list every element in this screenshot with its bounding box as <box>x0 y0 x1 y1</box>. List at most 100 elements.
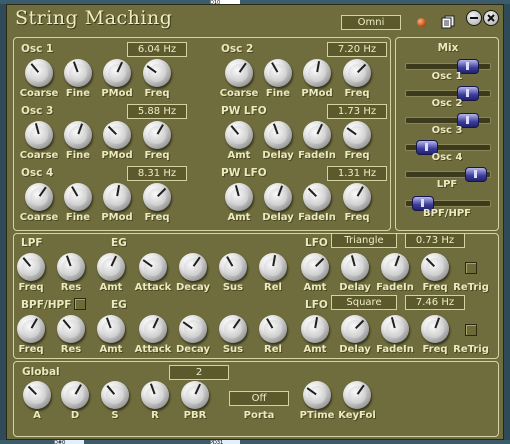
minimize-button[interactable] <box>466 10 482 26</box>
filter2-rel-6-knob[interactable] <box>259 315 287 343</box>
osc-2-coarse-knob[interactable] <box>225 59 253 87</box>
osc-6-freq-label: Freq <box>344 212 370 223</box>
filter2-retrig-checkbox[interactable] <box>465 324 477 336</box>
global-a-knob[interactable] <box>23 381 51 409</box>
filter1-delay-8-knob[interactable] <box>341 253 369 281</box>
copy-icon[interactable] <box>441 14 455 29</box>
filter2-amt-2-knob[interactable] <box>97 315 125 343</box>
mix-slider-bpf-hpf[interactable] <box>405 196 491 211</box>
filter2-freq-0-knob[interactable] <box>17 315 45 343</box>
global-s-knob[interactable] <box>101 381 129 409</box>
filter1-rel-6-knob[interactable] <box>259 253 287 281</box>
osc-frequency-display[interactable]: 6.04 Hz <box>127 42 187 57</box>
knob-pointer <box>315 257 325 267</box>
filter1-retrig-checkbox[interactable] <box>465 262 477 274</box>
osc-4-fadein-knob[interactable] <box>303 121 331 149</box>
osc-6-freq-knob[interactable] <box>343 183 371 211</box>
osc-2-freq-knob[interactable] <box>343 59 371 87</box>
knob-pointer <box>27 385 37 395</box>
filter1-waveform-select[interactable]: Triangle <box>331 233 397 248</box>
filter2-waveform-select[interactable]: Square <box>331 295 397 310</box>
preset-display[interactable]: Omni <box>341 15 401 30</box>
bpf-hpf-enable-checkbox[interactable] <box>74 298 86 310</box>
knob-pointer <box>34 123 40 135</box>
mix-slider-osc-3[interactable] <box>405 113 491 128</box>
host-bottom-right-label: PD31 <box>210 440 240 444</box>
osc-section-title: Osc 1 <box>21 43 54 55</box>
close-button[interactable] <box>483 10 499 26</box>
mix-slider-label: LPF <box>436 179 458 190</box>
filter2-attack-3-knob[interactable] <box>139 315 167 343</box>
osc-5-fine-knob[interactable] <box>64 183 92 211</box>
osc-1-coarse-knob[interactable] <box>25 59 53 87</box>
osc-6-fadein-knob[interactable] <box>303 183 331 211</box>
filter2-res-1-knob[interactable] <box>57 315 85 343</box>
osc-frequency-display[interactable]: 1.31 Hz <box>327 166 387 181</box>
filter1-lfo-frequency-display[interactable]: 0.73 Hz <box>405 233 465 248</box>
mix-slider-lpf[interactable] <box>405 167 491 182</box>
osc-5-pmod-knob[interactable] <box>103 183 131 211</box>
osc-4-amt-knob[interactable] <box>225 121 253 149</box>
osc-section-title: PW LFO <box>221 167 267 179</box>
filter1-fadein-9-knob[interactable] <box>381 253 409 281</box>
filter1-freq-0-knob[interactable] <box>17 253 45 281</box>
title-bar[interactable]: String Maching Omni <box>7 5 503 35</box>
filter2-delay-8-knob[interactable] <box>341 315 369 343</box>
osc-1-freq-knob[interactable] <box>143 59 171 87</box>
knob-pointer <box>266 318 274 329</box>
knob-pointer <box>425 257 435 267</box>
knob-pointer <box>156 124 164 135</box>
filter1-sus-5-knob[interactable] <box>219 253 247 281</box>
osc-5-freq-knob[interactable] <box>143 183 171 211</box>
knob-pointer <box>105 317 112 329</box>
osc-4-freq-knob[interactable] <box>343 121 371 149</box>
filter2-freq-10-knob[interactable] <box>421 315 449 343</box>
filter1-decay-4-knob[interactable] <box>179 253 207 281</box>
osc-frequency-display[interactable]: 8.31 Hz <box>127 166 187 181</box>
osc-2-fine-knob[interactable] <box>264 59 292 87</box>
knob-pointer <box>106 385 116 395</box>
knob-pointer <box>65 255 72 267</box>
global-keyfol-knob[interactable] <box>343 381 371 409</box>
mix-slider-osc-2[interactable] <box>405 86 491 101</box>
osc-1-fine-knob[interactable] <box>64 59 92 87</box>
knob-pointer <box>346 127 357 136</box>
global-ptime-knob[interactable] <box>303 381 331 409</box>
filter1-freq-10-knob[interactable] <box>421 253 449 281</box>
osc-2-pmod-knob[interactable] <box>303 59 331 87</box>
filter1-attack-3-knob[interactable] <box>139 253 167 281</box>
global-r-knob[interactable] <box>141 381 169 409</box>
osc-3-freq-label: Freq <box>144 150 170 161</box>
filter1-res-1-knob[interactable] <box>57 253 85 281</box>
filter2-amt-7-knob[interactable] <box>301 315 329 343</box>
osc-5-freq-label: Freq <box>144 212 170 223</box>
osc-frequency-display[interactable]: 7.20 Hz <box>327 42 387 57</box>
global-pbr-knob[interactable] <box>181 381 209 409</box>
filter2-lfo-frequency-display[interactable]: 7.46 Hz <box>405 295 465 310</box>
osc-4-delay-knob[interactable] <box>264 121 292 149</box>
osc-1-pmod-knob[interactable] <box>103 59 131 87</box>
osc-3-coarse-knob[interactable] <box>25 121 53 149</box>
filter1-amt-7-knob[interactable] <box>301 253 329 281</box>
osc-frequency-display[interactable]: 1.73 Hz <box>327 104 387 119</box>
filter2-lfo-title: LFO <box>305 299 328 311</box>
osc-3-freq-knob[interactable] <box>143 121 171 149</box>
osc-1-freq-label: Freq <box>144 88 170 99</box>
osc-3-fine-knob[interactable] <box>64 121 92 149</box>
filter1-amt-2-knob[interactable] <box>97 253 125 281</box>
osc-6-amt-knob[interactable] <box>225 183 253 211</box>
filter2-fadein-9-knob[interactable] <box>381 315 409 343</box>
osc-5-coarse-knob[interactable] <box>25 183 53 211</box>
knob-pointer <box>238 62 247 73</box>
filter2-decay-4-knob[interactable] <box>179 315 207 343</box>
mix-slider-osc-1[interactable] <box>405 59 491 74</box>
mix-slider-osc-4[interactable] <box>405 140 491 155</box>
global-voices-display[interactable]: 2 <box>169 365 229 380</box>
osc-frequency-display[interactable]: 5.88 Hz <box>127 104 187 119</box>
osc-6-delay-knob[interactable] <box>264 183 292 211</box>
osc-3-pmod-knob[interactable] <box>103 121 131 149</box>
global-d-knob[interactable] <box>61 381 89 409</box>
filter2-sus-5-knob[interactable] <box>219 315 247 343</box>
knob-pointer <box>142 259 153 268</box>
porta-mode-display[interactable]: Off <box>229 391 289 406</box>
